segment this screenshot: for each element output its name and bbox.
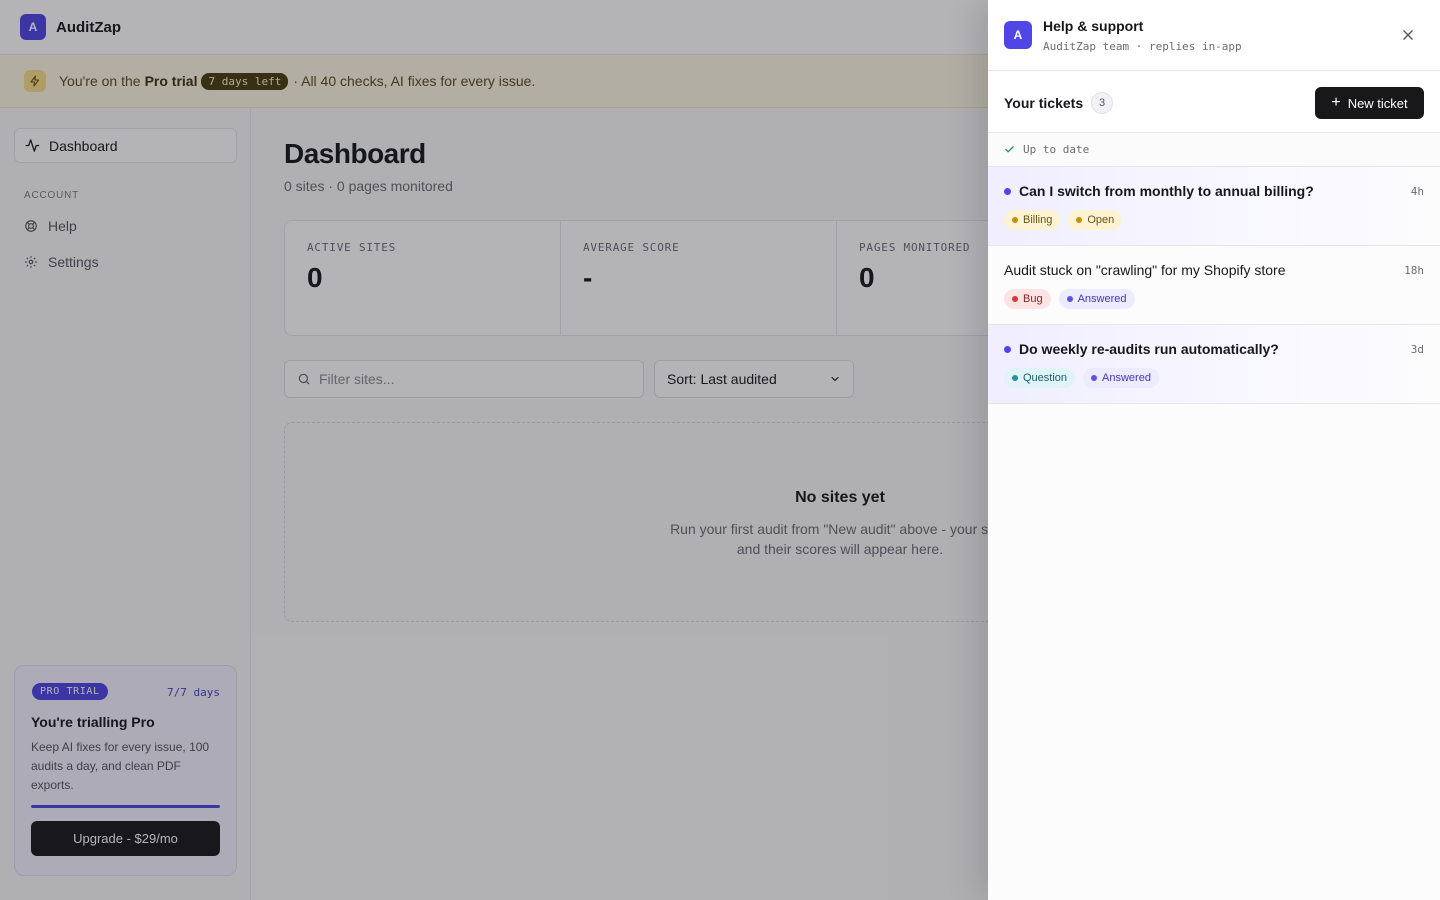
sync-status-text: Up to date bbox=[1023, 143, 1090, 156]
panel-subtitle: AuditZap team · replies in-app bbox=[1043, 40, 1242, 53]
tag-question: Question bbox=[1004, 368, 1076, 388]
ticket-item[interactable]: Do weekly re-audits run automatically? 3… bbox=[988, 325, 1440, 404]
ticket-subject: Audit stuck on "crawling" for my Shopify… bbox=[1004, 262, 1286, 278]
close-button[interactable] bbox=[1398, 25, 1418, 45]
tag-bug: Bug bbox=[1004, 289, 1051, 309]
panel-logo: A bbox=[1004, 21, 1032, 49]
check-icon bbox=[1005, 146, 1014, 153]
unread-indicator bbox=[1004, 346, 1011, 353]
tag-billing: Billing bbox=[1004, 210, 1061, 230]
ticket-time: 3d bbox=[1410, 343, 1424, 356]
panel-header: A Help & support AuditZap team · replies… bbox=[988, 0, 1440, 71]
tickets-header: Your tickets 3 + New ticket bbox=[988, 71, 1440, 133]
panel-title: Help & support bbox=[1043, 18, 1144, 34]
ticket-item[interactable]: Audit stuck on "crawling" for my Shopify… bbox=[988, 246, 1440, 325]
ticket-item[interactable]: Can I switch from monthly to annual bill… bbox=[988, 167, 1440, 246]
tag-open: Open bbox=[1068, 210, 1123, 230]
ticket-tags: Question Answered bbox=[1004, 368, 1159, 388]
new-ticket-button[interactable]: + New ticket bbox=[1315, 87, 1424, 119]
unread-indicator bbox=[1004, 188, 1011, 195]
close-icon bbox=[1403, 30, 1413, 40]
tag-answered: Answered bbox=[1083, 368, 1159, 388]
ticket-time: 4h bbox=[1410, 185, 1424, 198]
ticket-time: 18h bbox=[1404, 264, 1424, 277]
new-ticket-label: New ticket bbox=[1347, 95, 1408, 111]
ticket-tags: Billing Open bbox=[1004, 210, 1123, 230]
tickets-count-badge: 3 bbox=[1091, 92, 1113, 114]
ticket-subject: Can I switch from monthly to annual bill… bbox=[1019, 183, 1314, 199]
tag-answered: Answered bbox=[1058, 289, 1135, 309]
plus-icon: + bbox=[1331, 94, 1341, 111]
help-support-panel: A Help & support AuditZap team · replies… bbox=[988, 0, 1440, 900]
tickets-title: Your tickets bbox=[1004, 95, 1084, 111]
sync-status: Up to date bbox=[988, 133, 1440, 167]
ticket-subject: Do weekly re-audits run automatically? bbox=[1019, 341, 1279, 357]
ticket-tags: Bug Answered bbox=[1004, 289, 1135, 309]
